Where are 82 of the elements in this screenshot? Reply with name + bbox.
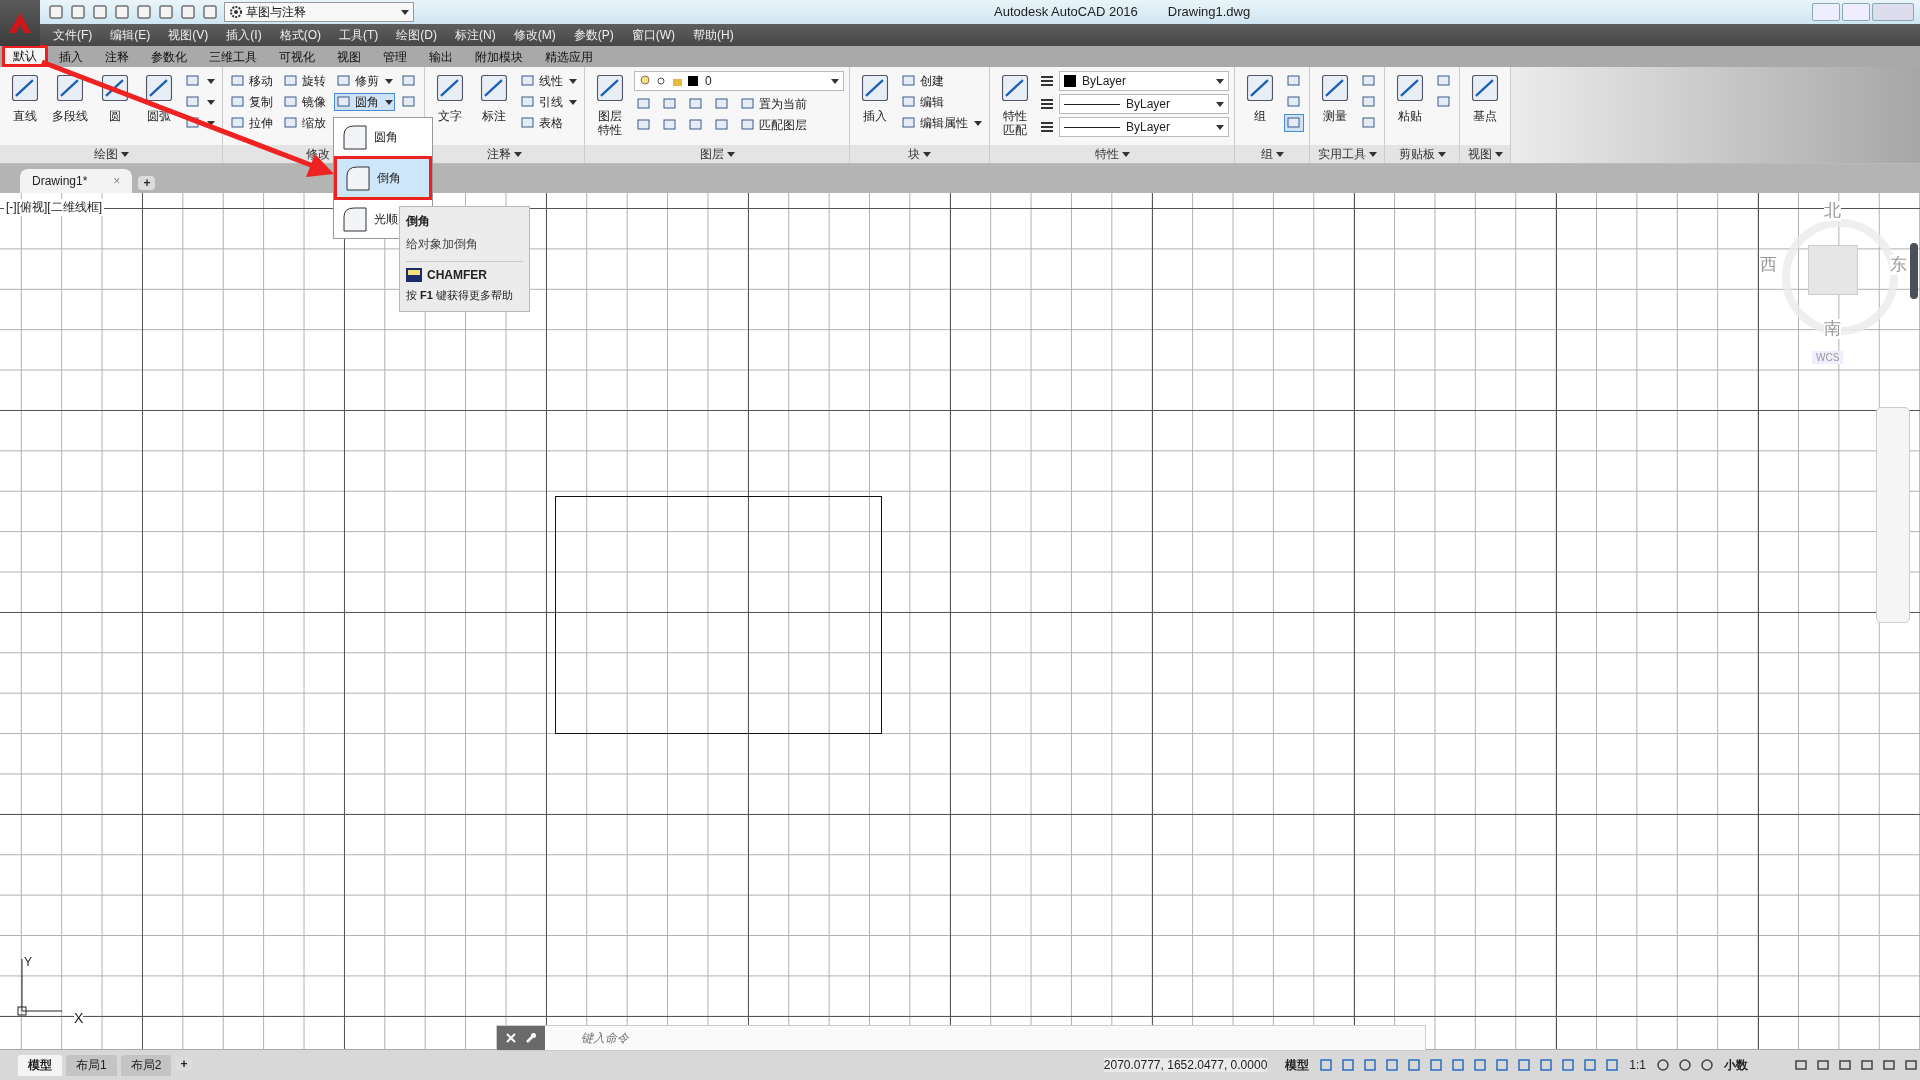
menu-item[interactable]: 倒角 [334,156,432,200]
ribbon-button[interactable]: 组 [1240,71,1280,123]
document-tab[interactable]: Drawing1* × [20,169,133,193]
property-dropdown[interactable]: ByLayer [1059,71,1229,91]
menu-item[interactable]: 修改(M) [504,26,565,44]
tool-button[interactable]: 圆角 [334,93,395,111]
tool-button[interactable]: 拉伸 [228,114,275,132]
axis-label: X [74,1011,84,1026]
tool-button[interactable]: 移动 [228,72,275,90]
ribbon-tab[interactable]: 三维工具 [198,47,268,67]
menu-item[interactable]: 工具(T) [330,26,388,44]
menu-item[interactable]: 插入(I) [217,26,271,44]
ribbon-tab[interactable]: 附加模块 [464,47,534,67]
annotation-scale-button[interactable]: 1:1 [1625,1058,1650,1072]
command-name: CHAMFER [427,268,487,282]
tool-button[interactable]: 旋转 [281,72,328,90]
menu-item[interactable]: 标注(N) [446,26,505,44]
ribbon-tab[interactable]: 视图 [326,47,372,67]
tool-button[interactable]: 线性 [518,72,579,90]
tooltip-description: 给对象加倒角 [406,236,523,262]
panel-title[interactable]: 特性 [1094,145,1119,163]
ribbon-tab[interactable]: 输出 [418,47,464,67]
tool-button[interactable]: 编辑属性 [899,114,984,132]
menu-item[interactable]: 视图(V) [159,26,218,44]
viewport-label[interactable]: [-][俯视][二维线框] [4,199,104,216]
panel-title[interactable]: 块 [908,145,920,163]
tool-button[interactable]: 匹配图层 [738,116,809,134]
ribbon-button[interactable]: 粘贴 [1390,71,1430,123]
menu-item[interactable]: 编辑(E) [101,26,160,44]
layout-tab[interactable]: 布局1 [66,1054,117,1076]
menu-item[interactable]: 参数(P) [564,26,623,44]
model-space-button[interactable]: 模型 [1281,1056,1314,1074]
panel-title[interactable]: 组 [1260,145,1273,163]
panel-title[interactable]: 图层 [699,145,724,163]
panel-title[interactable]: 绘图 [93,145,118,163]
ribbon-button[interactable]: 测量 [1315,71,1355,123]
ribbon-button[interactable]: 文字 [430,71,470,123]
menu-item[interactable]: 圆角 [334,118,432,156]
menu-item[interactable]: 帮助(H) [684,26,743,44]
axis-label: Y [24,955,32,969]
workspace-dropdown[interactable]: 草图与注释 [224,2,414,22]
ribbon-tab[interactable]: 可视化 [268,47,326,67]
tool-button[interactable]: 镜像 [281,93,328,111]
new-tab-button[interactable]: + [138,176,156,190]
ribbon-button[interactable]: 圆 [95,71,135,123]
ribbon-tab[interactable]: 参数化 [140,47,198,67]
ribbon-button[interactable]: 插入 [855,71,895,123]
file-name: Drawing1.dwg [1167,4,1251,19]
coordinates-readout: 2070.0777, 1652.0477, 0.0000 [1103,1058,1268,1072]
units-dropdown[interactable]: 小数 [1720,1056,1788,1074]
tool-button[interactable]: 编辑 [899,93,984,111]
ribbon-button[interactable]: 多段线 [49,71,91,123]
ribbon-button[interactable]: 标注 [474,71,514,123]
menu-item[interactable]: 文件(F) [44,26,102,44]
menu-item[interactable]: 格式(O) [270,26,330,44]
tool-button[interactable]: 引线 [518,93,579,111]
menu-item[interactable]: 窗口(W) [622,26,684,44]
ribbon-tab[interactable]: 插入 [48,47,94,67]
ribbon-button[interactable]: 图层 特性 [590,71,630,137]
ribbon-button[interactable]: 直线 [5,71,45,123]
tool-button[interactable]: 复制 [228,93,275,111]
tool-button[interactable]: 置为当前 [738,95,809,113]
ribbon-tab[interactable]: 精选应用 [534,47,604,67]
panel-title[interactable]: 注释 [487,145,511,163]
property-dropdown[interactable]: ByLayer [1059,94,1229,114]
help-hint: 按 F1 键获得更多帮助 [406,288,514,303]
layer-dropdown[interactable]: 0 [634,71,844,91]
ribbon-button[interactable]: 基点 [1465,71,1505,123]
menu-item[interactable]: 绘图(D) [387,26,446,44]
ribbon-button[interactable]: 特性 匹配 [995,71,1035,137]
tool-button[interactable]: 修剪 [334,72,395,90]
tool-button[interactable]: 缩放 [281,114,328,132]
layout-tab[interactable]: 布局2 [120,1054,172,1076]
ribbon-tab[interactable]: 管理 [372,47,418,67]
ribbon-tab[interactable]: 注释 [94,47,140,67]
layout-tab[interactable]: 模型 [18,1054,62,1076]
tool-button[interactable]: 表格 [518,114,579,132]
new-layout-button[interactable]: + [175,1056,193,1071]
tool-button[interactable]: 创建 [899,72,984,90]
window-title: Autodesk AutoCAD 2016 [994,4,1138,19]
property-dropdown[interactable]: ByLayer [1059,117,1229,137]
tooltip-title: 倒角 [406,213,431,230]
